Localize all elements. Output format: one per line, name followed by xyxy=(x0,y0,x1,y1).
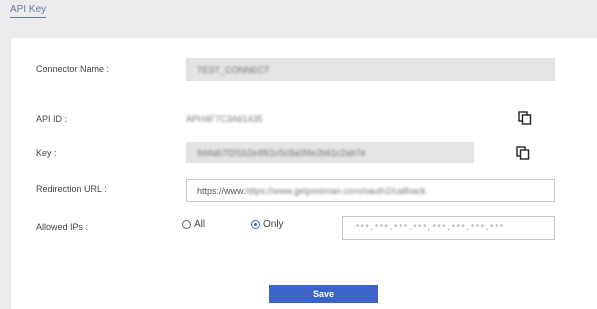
redirection-url-value: https://www.getpostman.com/oauth2/callba… xyxy=(245,185,426,196)
radio-only-label: Only xyxy=(263,219,284,230)
radio-all-label: All xyxy=(194,219,206,230)
key-value: 9d4ab7f2f1b2e4f61c5c8a0f4e2b61c2ab7e xyxy=(197,147,366,158)
copy-icon[interactable] xyxy=(518,111,532,125)
copy-icon[interactable] xyxy=(516,146,530,160)
allowed-ips-input[interactable]: ***.***.***.***,***.***.***.*** xyxy=(342,216,555,240)
connector-name-value: TEST_CONNECT xyxy=(197,64,270,75)
connector-name-label: Connector Name : xyxy=(36,64,110,74)
key-label: Key : xyxy=(36,148,57,158)
api-id-field: APH4F7C3A61435 xyxy=(176,107,376,130)
allowed-ips-placeholder: ***.***.***.***,***.***.***.*** xyxy=(355,223,504,233)
radio-all[interactable]: All xyxy=(182,219,205,230)
tab-api-key[interactable]: API Key xyxy=(10,4,47,18)
connector-name-field: TEST_CONNECT xyxy=(186,58,555,81)
api-key-panel: Connector Name : TEST_CONNECT API ID : A… xyxy=(10,38,597,309)
key-field: 9d4ab7f2f1b2e4f61c5c8a0f4e2b61c2ab7e xyxy=(186,142,474,163)
radio-all-circle[interactable] xyxy=(182,220,191,229)
api-id-label: API ID : xyxy=(36,114,68,124)
allowed-ips-label: Allowed IPs : xyxy=(36,222,89,232)
redirection-url-prefix: https://www. xyxy=(197,185,246,196)
tab-bar: API Key xyxy=(0,0,597,38)
radio-only-circle[interactable] xyxy=(251,220,260,229)
save-button[interactable]: Save xyxy=(269,285,378,303)
redirection-url-input[interactable]: https://www. https://www.getpostman.com/o… xyxy=(186,179,555,202)
radio-only[interactable]: Only xyxy=(251,219,284,230)
api-id-value: APH4F7C3A61435 xyxy=(186,113,263,124)
redirection-url-label: Redirection URL : xyxy=(36,184,107,194)
